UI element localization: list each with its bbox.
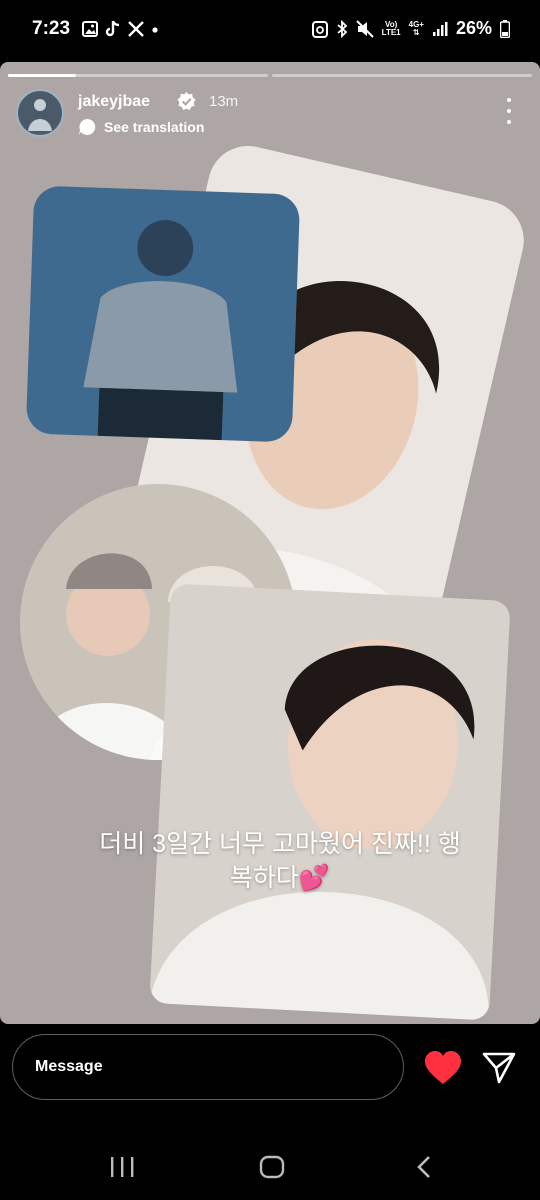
story-username[interactable]: jakeyjbae bbox=[78, 93, 150, 111]
heart-icon[interactable] bbox=[424, 1050, 462, 1086]
message-input[interactable] bbox=[12, 1034, 404, 1100]
story-photo-selfie bbox=[149, 583, 511, 1021]
story-caption-line-2: 복하다💕 bbox=[229, 864, 331, 892]
translate-bubble-icon bbox=[79, 118, 96, 135]
network-type: Vo) LTE1 bbox=[381, 20, 401, 37]
bluetooth-icon bbox=[337, 19, 347, 38]
back-icon[interactable] bbox=[416, 1155, 432, 1179]
story-progress-segment bbox=[8, 74, 268, 77]
system-indicators: Vo) LTE1 4G+ ⇅ 26% bbox=[311, 18, 510, 39]
x-icon bbox=[128, 21, 144, 37]
recents-icon[interactable] bbox=[109, 1156, 135, 1178]
story-caption-line-1: 더비 3일간 너무 고마웠어 진짜!! 행 bbox=[99, 830, 461, 858]
data-saver-icon bbox=[311, 20, 328, 38]
story-viewer[interactable]: jakeyjbae 13m See translation 더비 3일간 너무 … bbox=[0, 62, 540, 1024]
story-progress-fill bbox=[8, 74, 76, 77]
gallery-icon bbox=[82, 21, 98, 37]
battery-percent: 26% bbox=[455, 18, 492, 38]
notification-icons bbox=[82, 20, 159, 38]
data-type: 4G+ ⇅ bbox=[409, 20, 424, 37]
home-icon[interactable] bbox=[259, 1155, 285, 1179]
story-timestamp: 13m bbox=[209, 93, 239, 110]
status-time: 7:23 bbox=[32, 18, 71, 39]
dot-icon bbox=[152, 27, 158, 33]
signal-icon bbox=[432, 21, 448, 36]
verified-badge-icon bbox=[177, 92, 196, 111]
status-bar: 7:23 Vo) LTE1 4G+ ⇅ 26% bbox=[0, 0, 540, 62]
story-progress-segment bbox=[272, 74, 532, 77]
data-arrows-icon: ⇅ bbox=[412, 27, 420, 37]
tiktok-icon bbox=[105, 20, 120, 37]
see-translation-label: See translation bbox=[104, 119, 205, 135]
battery-icon bbox=[500, 19, 510, 38]
see-translation-button[interactable]: See translation bbox=[78, 118, 204, 136]
more-options-icon[interactable] bbox=[506, 98, 512, 124]
send-icon[interactable] bbox=[481, 1050, 517, 1086]
lte-label: LTE1 bbox=[381, 27, 401, 37]
story-caption: 더비 3일간 너무 고마웠어 진짜!! 행 복하다💕 bbox=[60, 827, 500, 895]
profile-avatar[interactable] bbox=[16, 89, 64, 137]
mute-icon bbox=[355, 19, 374, 38]
system-navigation-bar bbox=[0, 1120, 540, 1200]
story-photo-stage bbox=[25, 185, 301, 443]
